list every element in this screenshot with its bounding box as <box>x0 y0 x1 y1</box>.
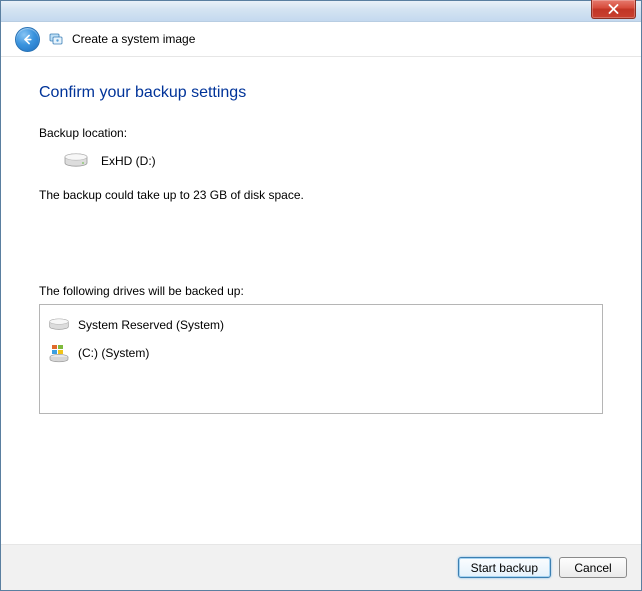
back-arrow-icon <box>21 33 34 46</box>
windows-drive-icon <box>48 343 70 363</box>
drive-name: System Reserved (System) <box>78 318 224 332</box>
close-button[interactable] <box>591 0 636 19</box>
backup-location-row: ExHD (D:) <box>39 152 603 170</box>
header-row: Create a system image <box>1 22 641 57</box>
drives-list: System Reserved (System) (C:) (System) <box>39 304 603 414</box>
backup-location-label: Backup location: <box>39 126 603 140</box>
backup-location-value: ExHD (D:) <box>101 154 156 168</box>
drive-list-item: System Reserved (System) <box>48 311 594 339</box>
drive-name: (C:) (System) <box>78 346 149 360</box>
back-button[interactable] <box>15 27 40 52</box>
drive-list-item: (C:) (System) <box>48 339 594 367</box>
hard-drive-icon <box>48 317 70 333</box>
wizard-window: Create a system image Confirm your backu… <box>0 0 642 591</box>
start-backup-button[interactable]: Start backup <box>458 557 551 578</box>
space-estimate-text: The backup could take up to 23 GB of dis… <box>39 188 603 202</box>
close-icon <box>608 4 619 14</box>
content-area: Confirm your backup settings Backup loca… <box>1 58 641 544</box>
titlebar <box>1 1 641 22</box>
cancel-button[interactable]: Cancel <box>559 557 627 578</box>
page-title: Confirm your backup settings <box>39 84 603 102</box>
header-title: Create a system image <box>72 32 195 46</box>
system-image-icon <box>48 31 64 47</box>
drives-list-label: The following drives will be backed up: <box>39 284 603 298</box>
hard-drive-icon <box>63 152 89 170</box>
footer-bar: Start backup Cancel <box>1 544 641 590</box>
